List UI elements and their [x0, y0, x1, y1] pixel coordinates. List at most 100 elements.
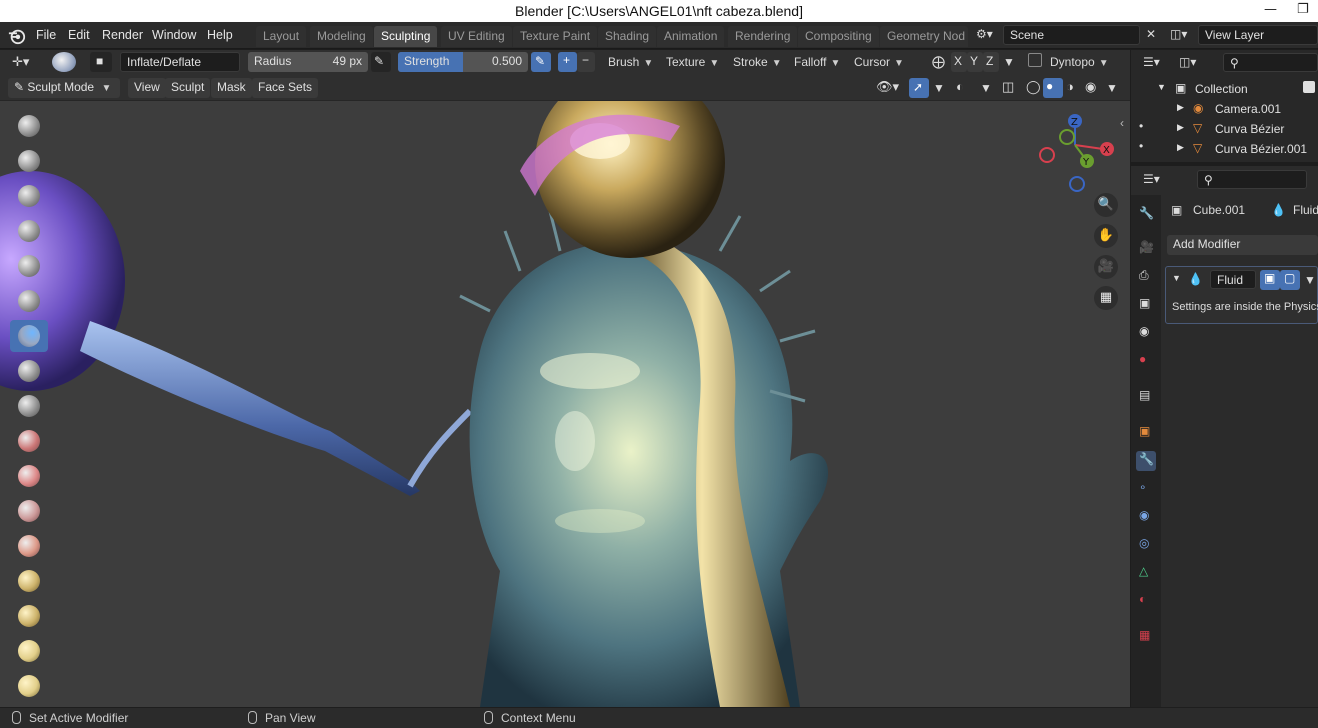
brush-name-field[interactable]: Inflate/Deflate [120, 52, 240, 72]
tab-layout[interactable]: Layout [256, 26, 307, 47]
scene-properties-tab[interactable]: ◉ [1136, 323, 1156, 343]
tab-texture-paint[interactable]: Texture Paint [513, 26, 598, 47]
add-modifier-button[interactable]: Add Modifier [1167, 235, 1318, 255]
gizmo-toggle-icon[interactable]: ➚ [909, 78, 929, 98]
symmetry-z-toggle[interactable]: Z [983, 52, 999, 72]
menu-window[interactable]: Window [152, 28, 196, 42]
pan-hand-icon[interactable]: ✋ [1094, 224, 1118, 248]
stroke-menu[interactable]: Stroke ▼ [733, 55, 782, 69]
collection-checkbox[interactable] [1303, 81, 1315, 93]
wireframe-shading-icon[interactable]: ◯ [1026, 79, 1041, 95]
symmetry-x-toggle[interactable]: X [951, 52, 967, 72]
mode-selector[interactable]: ✎ Sculpt Mode ▼ [8, 78, 120, 98]
tool-properties-tab[interactable]: 🔧 [1136, 205, 1156, 225]
view-layer-selector[interactable]: View Layer [1198, 25, 1318, 45]
tool-settings-icon[interactable]: ✛▾ [12, 54, 29, 70]
collapse-arrow-icon[interactable]: ▼ [1172, 273, 1181, 283]
blob-brush-tool[interactable] [10, 355, 48, 387]
snake-hook-brush-tool[interactable] [10, 670, 48, 702]
tab-geometry-nodes[interactable]: Geometry Nod [880, 26, 968, 47]
menu-sculpt[interactable]: Sculpt [165, 78, 211, 98]
direction-subtract-button[interactable]: − [577, 52, 595, 72]
expand-arrow-icon[interactable]: ▶ [1177, 122, 1184, 133]
outliner-row-curve-001[interactable]: • ▶ ▽ Curva Bézier.001 [1131, 139, 1318, 159]
sidebar-toggle-icon[interactable]: ‹ [1120, 116, 1124, 130]
strength-slider[interactable]: Strength 0.500 [398, 52, 528, 72]
scene-icon[interactable]: ⚙▾ [976, 27, 993, 41]
constraints-properties-tab[interactable]: ◎ [1136, 535, 1156, 555]
brush-menu[interactable]: Brush ▼ [608, 55, 653, 69]
collection-properties-tab[interactable]: ▤ [1136, 387, 1156, 407]
chevron-down-icon[interactable]: ▼ [1106, 81, 1118, 95]
tab-modeling[interactable]: Modeling [310, 26, 373, 47]
outliner-row-collection[interactable]: ▼ ▣ Collection [1131, 79, 1318, 99]
clay-thumb-brush-tool[interactable] [10, 250, 48, 282]
layer-brush-tool[interactable] [10, 285, 48, 317]
direction-add-button[interactable]: + [558, 52, 577, 72]
object-properties-tab[interactable]: ▣ [1136, 423, 1156, 443]
overlays-icon[interactable]: ◐ [956, 79, 964, 94]
clay-brush-tool[interactable] [10, 180, 48, 212]
chevron-down-icon[interactable]: ▼ [980, 81, 992, 95]
inflate-brush-tool[interactable] [10, 320, 48, 352]
output-properties-tab[interactable]: ⎙ [1136, 267, 1156, 287]
3d-viewport[interactable]: Z X Y 🔍 ✋ 🎥 ▦ ‹ [0, 101, 1130, 707]
radius-slider[interactable]: Radius 49 px [248, 52, 368, 72]
visibility-eye-icon[interactable]: 👁▾ [876, 79, 899, 95]
tab-uv-editing[interactable]: UV Editing [441, 26, 512, 47]
outliner-row-curve[interactable]: • ▶ ▽ Curva Bézier [1131, 119, 1318, 139]
clay-strips-brush-tool[interactable] [10, 215, 48, 247]
navigation-gizmo[interactable]: Z X Y [1035, 109, 1115, 193]
material-shading-icon[interactable]: ◑ [1066, 79, 1074, 94]
particles-properties-tab[interactable]: ∘ [1136, 479, 1156, 499]
falloff-menu[interactable]: Falloff ▼ [794, 55, 840, 69]
outliner-search-input[interactable]: ⚲ [1223, 53, 1318, 72]
display-mode-icon[interactable]: ◫▾ [1179, 55, 1196, 69]
render-properties-tab[interactable]: 🎥 [1136, 239, 1156, 259]
view-layer-icon[interactable]: ◫▾ [1170, 27, 1187, 41]
show-viewport-toggle-icon[interactable]: ▣ [1260, 270, 1280, 290]
draw-sharp-brush-tool[interactable] [10, 145, 48, 177]
flatten-brush-tool[interactable] [10, 460, 48, 492]
texture-properties-tab[interactable]: ▦ [1136, 627, 1156, 647]
restore-icon[interactable]: ❐ [1297, 2, 1309, 17]
pinch-brush-tool[interactable] [10, 600, 48, 632]
symmetry-icon[interactable]: ⨁ [932, 54, 945, 70]
expand-arrow-icon[interactable]: ▶ [1177, 102, 1184, 113]
radius-pressure-icon[interactable]: ✎ [371, 52, 391, 72]
blender-logo-icon[interactable] [8, 27, 26, 45]
modifier-name-field[interactable]: Fluid [1210, 270, 1256, 289]
physics-properties-tab[interactable]: ◉ [1136, 507, 1156, 527]
fill-brush-tool[interactable] [10, 495, 48, 527]
menu-face-sets[interactable]: Face Sets [252, 78, 319, 98]
modifier-properties-tab[interactable]: 🔧 [1136, 451, 1156, 471]
data-properties-tab[interactable]: △ [1136, 563, 1156, 583]
draw-brush-tool[interactable] [10, 110, 48, 142]
dyntopo-menu[interactable]: Dyntopo ▼ [1050, 55, 1109, 69]
strength-pressure-icon[interactable]: ✎ [531, 52, 551, 72]
outliner-row-camera[interactable]: ▶ ◉ Camera.001 [1131, 99, 1318, 119]
tab-rendering[interactable]: Rendering [728, 26, 798, 47]
chevron-down-icon[interactable]: ▼ [933, 81, 945, 95]
smooth-brush-tool[interactable] [10, 425, 48, 457]
show-render-toggle-icon[interactable]: ▢ [1280, 270, 1300, 290]
tab-shading[interactable]: Shading [598, 26, 657, 47]
menu-mask[interactable]: Mask [211, 78, 252, 98]
outliner-editor-icon[interactable]: ☰▾ [1143, 55, 1160, 69]
world-properties-tab[interactable]: ● [1136, 351, 1156, 371]
view-layer-properties-tab[interactable]: ▣ [1136, 295, 1156, 315]
rendered-shading-icon[interactable]: ◉ [1085, 79, 1096, 95]
cursor-menu[interactable]: Cursor ▼ [854, 55, 904, 69]
multiplane-scrape-brush-tool[interactable] [10, 565, 48, 597]
crease-brush-tool[interactable] [10, 390, 48, 422]
scrape-brush-tool[interactable] [10, 530, 48, 562]
solid-shading-icon[interactable]: ● [1043, 78, 1063, 98]
material-properties-tab[interactable]: ◐ [1136, 591, 1156, 611]
chevron-down-icon[interactable]: ▼ [1304, 273, 1316, 287]
chevron-down-icon[interactable]: ▼ [1003, 55, 1015, 69]
tab-sculpting[interactable]: Sculpting [374, 26, 438, 47]
menu-file[interactable]: File [36, 28, 56, 42]
menu-help[interactable]: Help [207, 28, 233, 42]
tab-animation[interactable]: Animation [657, 26, 725, 47]
expand-arrow-icon[interactable]: ▶ [1177, 142, 1184, 153]
